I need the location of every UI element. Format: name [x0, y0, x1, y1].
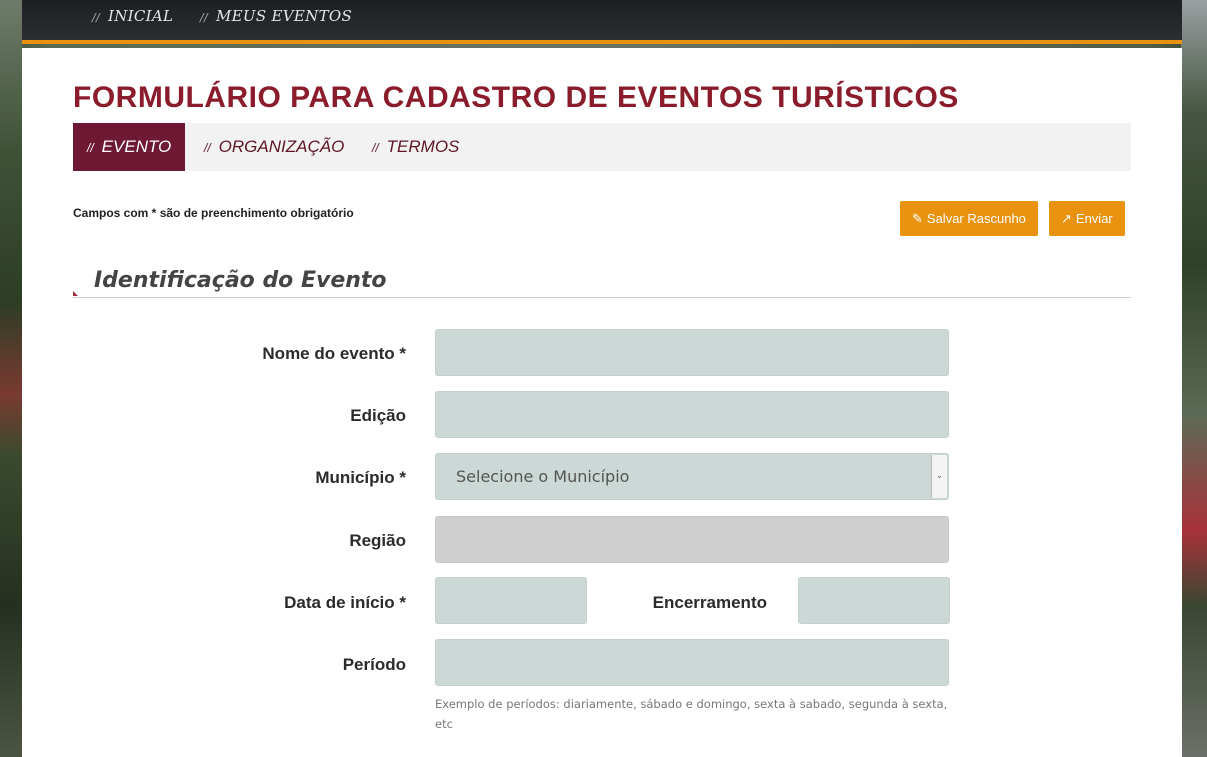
tab-label: TERMOS [386, 137, 460, 156]
municipality-label: Município * [315, 468, 406, 487]
edition-label: Edição [350, 406, 406, 425]
form-panel: FORMULÁRIO PARA CADASTRO DE EVENTOS TURÍ… [22, 48, 1182, 757]
page-title: FORMULÁRIO PARA CADASTRO DE EVENTOS TURÍ… [73, 81, 959, 114]
background-photo-left [0, 0, 22, 757]
nav-separator: // [200, 11, 209, 24]
municipality-selected-value: Selecione o Município [456, 467, 630, 486]
nav-item-label: MEUS EVENTOS [216, 7, 353, 25]
submit-label: Enviar [1075, 211, 1113, 226]
event-name-input[interactable] [435, 329, 949, 376]
edition-input[interactable] [435, 391, 949, 438]
tab-separator: // [204, 141, 211, 155]
nav-item-label: INICIAL [108, 7, 174, 25]
section-divider [73, 297, 1131, 298]
tab-label: ORGANIZAÇÃO [218, 137, 345, 156]
period-help-text: Exemplo de períodos: diariamente, sábado… [435, 697, 948, 731]
nav-separator: // [92, 11, 101, 24]
period-input[interactable] [435, 639, 949, 686]
region-label: Região [349, 531, 406, 550]
end-date-input[interactable] [798, 577, 950, 624]
save-draft-button[interactable]: ✎ Salvar Rascunho [900, 201, 1038, 236]
form-tabs: // EVENTO // ORGANIZAÇÃO // TERMOS [73, 123, 1131, 171]
chevron-down-icon[interactable]: ⌄ [931, 455, 947, 498]
edit-icon: ✎ [912, 211, 923, 226]
period-label: Período [342, 655, 406, 674]
tab-organizacao[interactable]: // ORGANIZAÇÃO [190, 123, 358, 171]
nav-item-inicial[interactable]: // INICIAL [92, 7, 173, 25]
top-navigation: // INICIAL // MEUS EVENTOS [22, 0, 1182, 44]
tab-separator: // [372, 141, 379, 155]
submit-button[interactable]: ↗ Enviar [1049, 201, 1125, 236]
tab-termos[interactable]: // TERMOS [358, 123, 473, 171]
event-name-label: Nome do evento * [262, 344, 406, 363]
section-marker [73, 291, 78, 296]
start-date-label: Data de início * [284, 593, 406, 612]
share-icon: ↗ [1061, 211, 1072, 226]
section-title: Identificação do Evento [94, 268, 387, 293]
nav-item-meus-eventos[interactable]: // MEUS EVENTOS [200, 7, 352, 25]
tab-label: EVENTO [101, 137, 172, 156]
end-date-label: Encerramento [652, 593, 767, 612]
tab-separator: // [87, 141, 94, 155]
save-draft-label: Salvar Rascunho [926, 211, 1026, 226]
tab-evento[interactable]: // EVENTO [73, 123, 186, 171]
background-photo-right [1181, 0, 1207, 757]
region-input [435, 516, 949, 563]
required-fields-note: Campos com * são de preenchimento obriga… [73, 206, 354, 220]
municipality-select[interactable]: Selecione o Município ⌄ [435, 453, 949, 500]
